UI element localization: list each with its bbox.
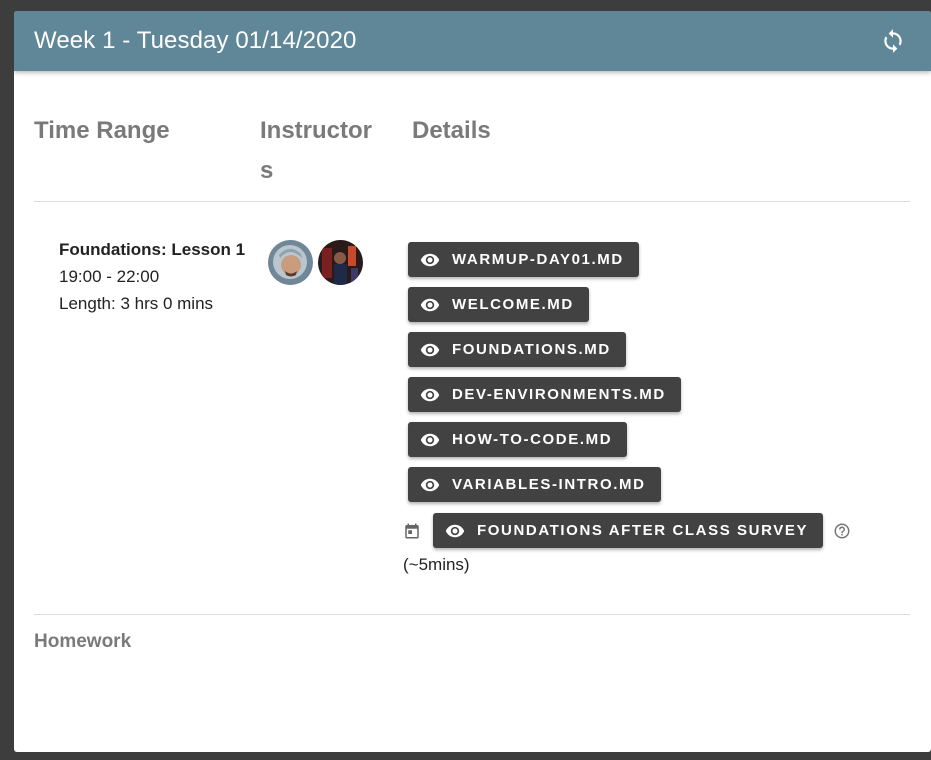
survey-button-label: FOUNDATIONS AFTER CLASS SURVEY xyxy=(477,522,809,539)
material-button[interactable]: WARMUP-DAY01.MD xyxy=(408,242,639,277)
lesson-time: 19:00 - 22:00 xyxy=(59,267,160,286)
card-title: Week 1 - Tuesday 01/14/2020 xyxy=(34,27,357,54)
eye-icon xyxy=(445,521,465,541)
lesson-length: Length: 3 hrs 0 mins xyxy=(59,294,214,313)
homework-heading: Homework xyxy=(34,631,132,652)
eye-icon xyxy=(420,250,440,270)
material-button[interactable]: DEV-ENVIRONMENTS.MD xyxy=(408,377,681,412)
calendar-icon[interactable] xyxy=(403,521,423,541)
eye-icon xyxy=(420,340,440,360)
column-header-instructors-line1: Instructor xyxy=(260,117,373,144)
schedule-card: Week 1 - Tuesday 01/14/2020 Time Range I… xyxy=(14,11,931,752)
material-button[interactable]: VARIABLES-INTRO.MD xyxy=(408,467,661,502)
material-button-label: HOW-TO-CODE.MD xyxy=(452,431,613,448)
column-header-time-range: Time Range xyxy=(34,117,170,144)
column-header-instructors: Instructor s xyxy=(260,111,372,191)
material-button-label: VARIABLES-INTRO.MD xyxy=(452,476,646,493)
column-header-instructors-line2: s xyxy=(260,157,274,184)
eye-icon xyxy=(420,430,440,450)
lesson-title: Foundations: Lesson 1 xyxy=(59,240,246,259)
survey-row: FOUNDATIONS AFTER CLASS SURVEY xyxy=(403,513,853,548)
eye-icon xyxy=(420,475,440,495)
refresh-icon[interactable] xyxy=(879,27,907,55)
material-button[interactable]: FOUNDATIONS.MD xyxy=(408,332,626,367)
material-button-label: DEV-ENVIRONMENTS.MD xyxy=(452,386,666,403)
material-button[interactable]: HOW-TO-CODE.MD xyxy=(408,422,628,457)
help-icon[interactable] xyxy=(833,521,853,541)
instructor-avatar-1[interactable] xyxy=(268,240,313,285)
column-header-details: Details xyxy=(412,117,491,144)
survey-duration: (~5mins) xyxy=(403,555,470,574)
section-divider xyxy=(34,614,910,615)
material-button[interactable]: WELCOME.MD xyxy=(408,287,589,322)
material-button-label: WELCOME.MD xyxy=(452,296,574,313)
header-divider xyxy=(34,201,910,202)
card-header: Week 1 - Tuesday 01/14/2020 xyxy=(14,11,931,71)
instructor-avatar-2[interactable] xyxy=(318,240,363,285)
survey-button[interactable]: FOUNDATIONS AFTER CLASS SURVEY xyxy=(433,513,824,548)
material-button-label: FOUNDATIONS.MD xyxy=(452,341,611,358)
eye-icon xyxy=(420,295,440,315)
material-button-label: WARMUP-DAY01.MD xyxy=(452,251,624,268)
eye-icon xyxy=(420,385,440,405)
